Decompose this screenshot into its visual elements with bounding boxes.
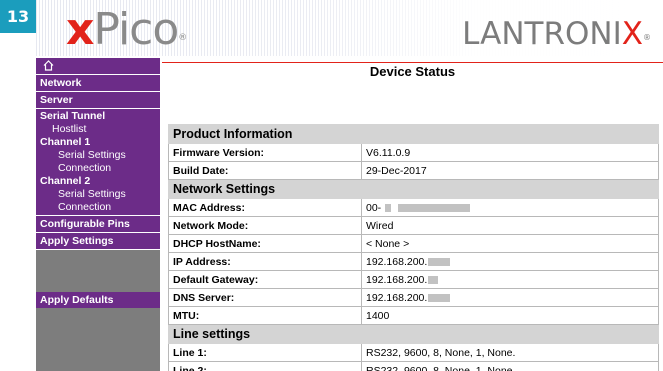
- line1-label: Line 1:: [168, 343, 362, 362]
- sidebar-item-apply-defaults[interactable]: Apply Defaults: [36, 292, 160, 308]
- xpico-registered-mark: ®: [178, 33, 187, 43]
- network-mode-label: Network Mode:: [168, 216, 362, 235]
- page-title: Device Status: [369, 64, 456, 79]
- sidebar-item-network[interactable]: Network: [36, 75, 160, 92]
- section-header: Product Information: [168, 124, 659, 144]
- main-content: Device Status Product Information Firmwa…: [162, 58, 663, 371]
- ip-address-cell: 192.168.200.: [361, 252, 659, 271]
- table-row: Line 1: RS232, 9600, 8, None, 1, None.: [168, 343, 659, 362]
- table-row: MAC Address: 00-: [168, 198, 659, 217]
- section-network-settings: Network Settings: [168, 179, 659, 199]
- default-gateway-value: 192.168.200.: [366, 273, 428, 286]
- sidebar-group-serial-tunnel: Serial Tunnel Hostlist Channel 1 Serial …: [36, 109, 160, 216]
- redaction-bar: [428, 275, 439, 284]
- dhcp-hostname-value: < None >: [361, 234, 659, 253]
- line1-value: RS232, 9600, 8, None, 1, None.: [361, 343, 659, 362]
- sidebar-item-channel1-serial-settings[interactable]: Serial Settings: [36, 149, 160, 162]
- xpico-logo: xPico®: [66, 4, 187, 55]
- sidebar-item-home[interactable]: [36, 58, 160, 75]
- xpico-logo-text: Pico: [93, 4, 179, 55]
- line2-value: RS232, 9600, 8, None, 1, None.: [361, 361, 659, 371]
- table-row: IP Address: 192.168.200.: [168, 252, 659, 271]
- sidebar-item-serial-tunnel[interactable]: Serial Tunnel: [36, 110, 160, 123]
- sidebar-item-server[interactable]: Server: [36, 92, 160, 109]
- redaction-bar: [385, 203, 392, 212]
- sidebar-item-channel2[interactable]: Channel 2: [36, 175, 160, 188]
- lantronix-logo-text: LANTRONI: [462, 16, 622, 52]
- default-gateway-cell: 192.168.200.: [361, 270, 659, 289]
- firmware-version-value: V6.11.0.9: [361, 143, 659, 162]
- section-header: Network Settings: [168, 179, 659, 199]
- sidebar-item-channel2-connection[interactable]: Connection: [36, 201, 160, 214]
- step-badge: 13: [0, 0, 36, 33]
- mac-address-label: MAC Address:: [168, 198, 362, 217]
- sidebar-nav: Network Server Serial Tunnel Hostlist Ch…: [36, 58, 160, 371]
- dns-server-label: DNS Server:: [168, 288, 362, 307]
- build-date-label: Build Date:: [168, 161, 362, 180]
- default-gateway-label: Default Gateway:: [168, 270, 362, 289]
- section-line-settings: Line settings: [168, 324, 659, 344]
- redaction-bar: [428, 257, 451, 266]
- table-row: Line 2: RS232, 9600, 8, None, 1, None.: [168, 361, 659, 371]
- header-banner: xPico® LANTRONIX®: [36, 0, 663, 56]
- redaction-bar: [428, 293, 451, 302]
- xpico-logo-x: x: [66, 4, 94, 55]
- ip-address-label: IP Address:: [168, 252, 362, 271]
- sidebar-item-channel1[interactable]: Channel 1: [36, 136, 160, 149]
- table-row: MTU: 1400: [168, 306, 659, 325]
- build-date-value: 29-Dec-2017: [361, 161, 659, 180]
- table-row: DNS Server: 192.168.200.: [168, 288, 659, 307]
- table-row: Build Date: 29-Dec-2017: [168, 161, 659, 180]
- ip-address-value: 192.168.200.: [366, 255, 428, 268]
- title-divider: [162, 62, 663, 63]
- dns-server-value: 192.168.200.: [366, 291, 428, 304]
- sidebar-item-channel2-serial-settings[interactable]: Serial Settings: [36, 188, 160, 201]
- lantronix-logo-x: X: [621, 16, 643, 52]
- table-row: DHCP HostName: < None >: [168, 234, 659, 253]
- mac-address-value: 00-: [366, 201, 382, 214]
- table-row: Default Gateway: 192.168.200.: [168, 270, 659, 289]
- line2-label: Line 2:: [168, 361, 362, 371]
- sidebar-item-channel1-connection[interactable]: Connection: [36, 162, 160, 175]
- dhcp-hostname-label: DHCP HostName:: [168, 234, 362, 253]
- table-row: Network Mode: Wired: [168, 216, 659, 235]
- section-product-information: Product Information: [168, 124, 659, 144]
- sidebar-item-configurable-pins[interactable]: Configurable Pins: [36, 216, 160, 233]
- sidebar-item-hostlist[interactable]: Hostlist: [36, 123, 160, 136]
- firmware-version-label: Firmware Version:: [168, 143, 362, 162]
- mtu-label: MTU:: [168, 306, 362, 325]
- sidebar-item-apply-settings[interactable]: Apply Settings: [36, 233, 160, 250]
- network-mode-value: Wired: [361, 216, 659, 235]
- section-header: Line settings: [168, 324, 659, 344]
- dns-server-cell: 192.168.200.: [361, 288, 659, 307]
- mtu-value: 1400: [361, 306, 659, 325]
- table-row: Firmware Version: V6.11.0.9: [168, 143, 659, 162]
- mac-address-cell: 00-: [361, 198, 659, 217]
- lantronix-registered-mark: ®: [643, 33, 651, 42]
- device-status-table: Product Information Firmware Version: V6…: [168, 124, 659, 371]
- lantronix-logo: LANTRONIX®: [462, 16, 651, 52]
- home-icon: [43, 60, 54, 71]
- redaction-bar: [398, 203, 471, 212]
